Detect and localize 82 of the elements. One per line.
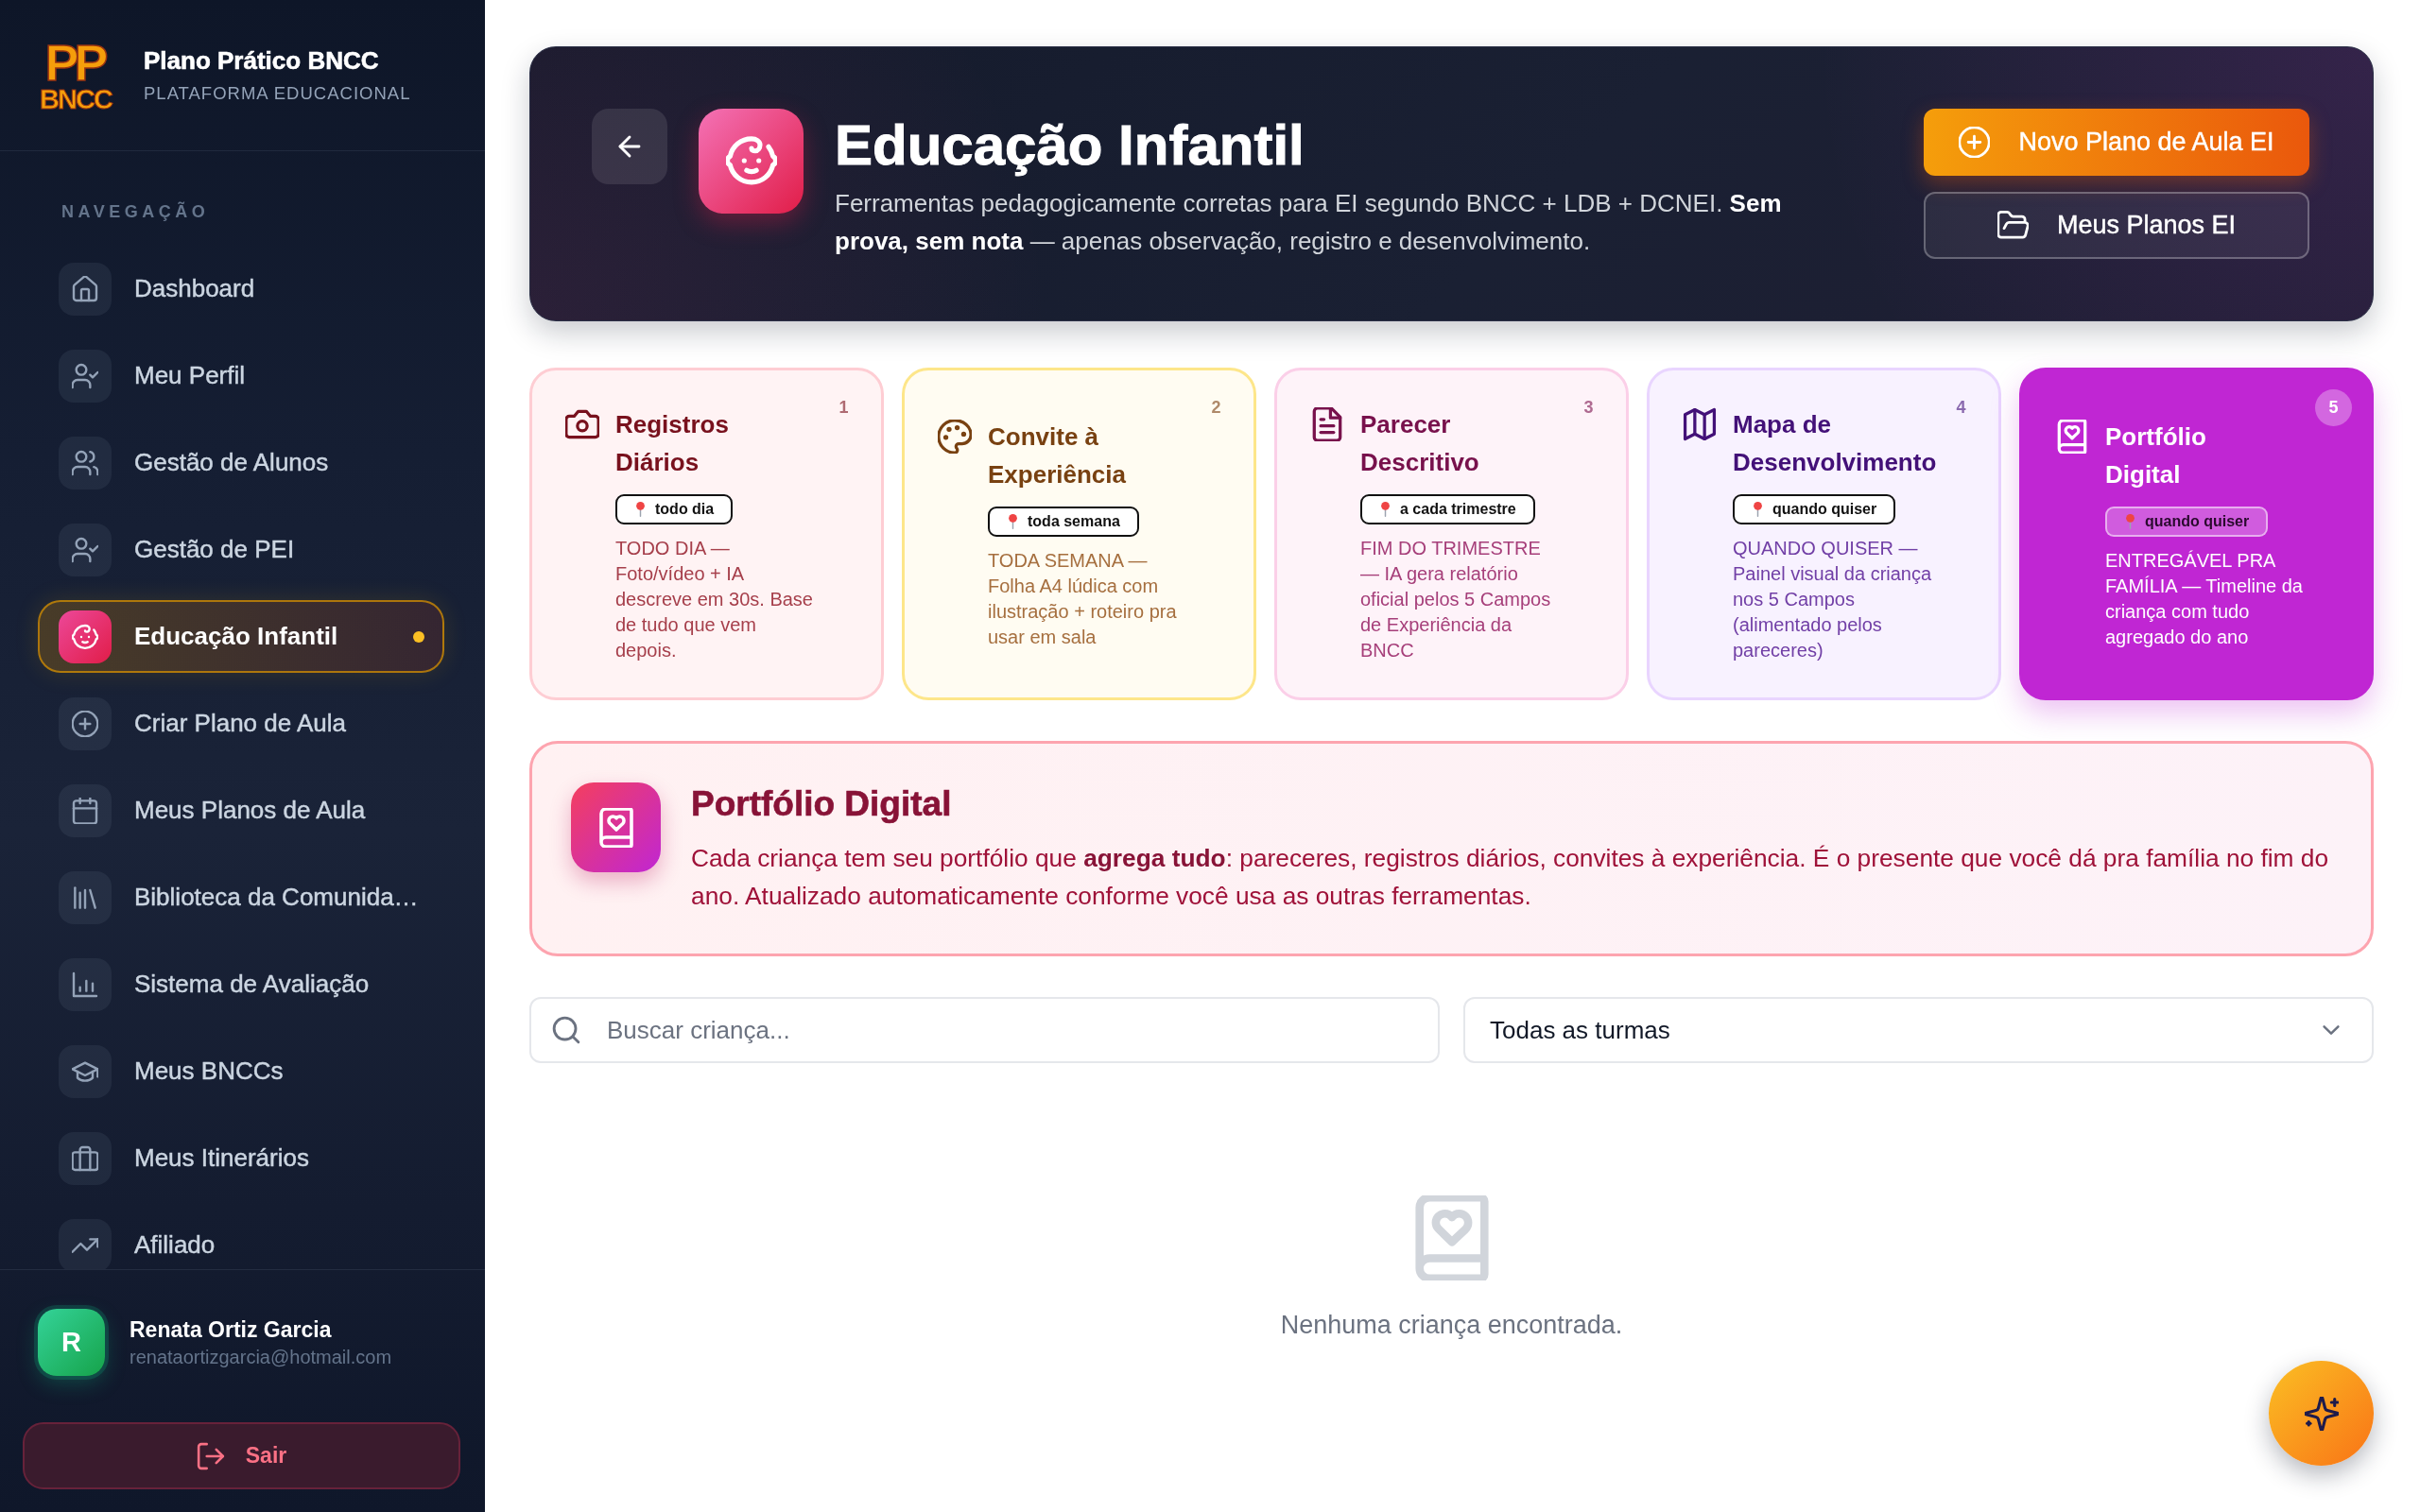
empty-message: Nenhuma criança encontrada. xyxy=(1280,1311,1623,1340)
frequency-text: quando quiser xyxy=(2145,512,2250,531)
sidebar-item[interactable]: Criar Plano de Aula xyxy=(38,687,444,760)
page-description: Ferramentas pedagogicamente corretas para EI segundo BNCC + LDB + DCNEI. Sem prova, sem nota — apenas observação, registro e desenvolvimento. xyxy=(835,187,1783,257)
map-icon xyxy=(1683,406,1717,441)
sidebar-item[interactable]: Biblioteca da Comunida… xyxy=(38,861,444,934)
trend-line-icon xyxy=(59,1218,112,1269)
bar-chart-icon xyxy=(59,957,112,1011)
card-description: TODA SEMANA — Folha A4 lúdica com ilustração + roteiro pra usar em sala xyxy=(988,549,1178,649)
class-select[interactable]: Todas as turmas xyxy=(1463,997,2374,1063)
dot-icon xyxy=(413,630,424,643)
pin-icon xyxy=(1381,501,1390,517)
tool-card[interactable]: Convite à Experiência toda semana TODA SEMANA — Folha A4 lúdica com ilustração + roteiro pra usar em sala 2 xyxy=(902,368,1256,700)
book-heart-icon xyxy=(571,782,661,872)
app-subtitle: PLATAFORMA EDUCACIONAL xyxy=(144,83,411,104)
baby-face-icon xyxy=(699,108,804,214)
card-title: Convite à Experiência xyxy=(988,421,1127,490)
palette-icon xyxy=(938,420,972,454)
pin-icon xyxy=(2126,514,2135,529)
pin-icon xyxy=(1009,514,1017,529)
secondary-action-button[interactable]: Meus Planos EI xyxy=(1924,192,2309,259)
card-title: Portfólio Digital xyxy=(2105,421,2207,490)
avatar: R xyxy=(38,1309,105,1376)
frequency-text: toda semana xyxy=(1028,512,1120,531)
log-out-icon xyxy=(196,1441,225,1470)
sparkles-icon xyxy=(2304,1396,2339,1431)
pin-icon xyxy=(636,501,645,517)
graduation-cap-icon xyxy=(59,1044,112,1098)
sidebar-item[interactable]: Educação Infantil xyxy=(38,600,444,673)
info-text: Cada criança tem seu portfólio que agrega tudo: pareceres, registros diários, convites à experiência. É o presente que você dá pra família no fim do ano. Atualizado automaticamente conforme você usa as outras ferramentas. xyxy=(691,843,2330,912)
card-title: Registros Diários xyxy=(615,408,730,478)
step-number: 5 xyxy=(2315,389,2352,426)
sidebar-item[interactable]: Sistema de Avaliação xyxy=(38,948,444,1021)
logout-button[interactable]: Sair xyxy=(23,1422,460,1489)
sidebar-item[interactable]: Meus Itinerários xyxy=(38,1122,444,1194)
step-number: 4 xyxy=(1955,397,1967,419)
search-field[interactable]: Buscar criança... xyxy=(529,997,1440,1063)
home-icon xyxy=(59,262,112,316)
card-description: QUANDO QUISER — Painel visual da criança nos 5 Campos (alimentado pelos pareceres) xyxy=(1733,536,1933,662)
tool-card[interactable]: Mapa de Desenvolvimento quando quiser QUANDO QUISER — Painel visual da criança nos 5 Campos (alimentado pelos pareceres) 4 xyxy=(1647,368,2001,700)
card-description: TODO DIA — Foto/vídeo + IA descreve em 30s. Base de tudo que vem depois. xyxy=(615,536,814,662)
sidebar-item[interactable]: Dashboard xyxy=(38,252,444,325)
users-icon xyxy=(59,436,112,490)
user-name: Renata Ortiz Garcia xyxy=(130,1316,333,1343)
search-icon xyxy=(552,1016,580,1044)
briefcase-icon xyxy=(59,1131,112,1185)
step-number: 1 xyxy=(838,397,850,419)
user-email: renataortizgarcia@hotmail.com xyxy=(130,1346,392,1368)
books-icon xyxy=(59,870,112,924)
frequency-text: todo dia xyxy=(655,499,715,519)
section-label: NAVEGAÇÃO xyxy=(61,200,210,223)
sidebar-item[interactable]: Meus BNCCs xyxy=(38,1035,444,1108)
step-number: 2 xyxy=(1210,397,1222,419)
sidebar-item[interactable]: Gestão de Alunos xyxy=(38,426,444,499)
document-icon xyxy=(1310,406,1344,441)
card-description: ENTREGÁVEL PRA FAMÍLIA — Timeline da criança com tudo agregado do ano xyxy=(2105,549,2304,649)
book-heart-icon xyxy=(2055,420,2089,454)
tool-card[interactable]: Registros Diários todo dia TODO DIA — Foto/vídeo + IA descreve em 30s. Base de tudo que vem depois. 1 xyxy=(529,368,884,700)
tool-card[interactable]: Portfólio Digital quando quiser ENTREGÁVEL PRA FAMÍLIA — Timeline da criança com tudo agregado do ano 5 xyxy=(2019,368,2374,700)
step-number: 3 xyxy=(1582,397,1595,419)
user-check-icon xyxy=(59,523,112,576)
user-check-icon xyxy=(59,349,112,403)
card-title: Mapa de Desenvolvimento xyxy=(1733,408,1937,478)
card-description: FIM DO TRIMESTRE — IA gera relatório oficial pelos 5 Campos de Experiência da BNCC xyxy=(1360,536,1552,662)
floating-action-button[interactable] xyxy=(2269,1361,2374,1466)
folder-icon xyxy=(1996,210,2029,241)
sidebar-item[interactable]: Meu Perfil xyxy=(38,339,444,412)
calendar-icon xyxy=(59,783,112,837)
baby-face-icon xyxy=(59,610,112,663)
app-title: Plano Prático BNCC xyxy=(144,46,380,76)
back-button[interactable] xyxy=(592,108,667,184)
sidebar-item[interactable]: Meus Planos de Aula xyxy=(38,774,444,847)
page-title: Educação Infantil xyxy=(835,113,1305,177)
logo: PP BNCC xyxy=(39,37,113,113)
info-title: Portfólio Digital xyxy=(691,783,952,825)
frequency-text: a cada trimestre xyxy=(1400,499,1516,519)
card-title: Parecer Descritivo xyxy=(1360,408,1480,478)
pin-icon xyxy=(1754,501,1762,517)
sidebar-item[interactable]: Gestão de PEI xyxy=(38,513,444,586)
frequency-text: quando quiser xyxy=(1772,499,1877,519)
tool-card[interactable]: Parecer Descritivo a cada trimestre FIM DO TRIMESTRE — IA gera relatório oficial pelos 5 Campos de Experiência da BNCC 3 xyxy=(1274,368,1629,700)
sidebar-item[interactable]: Afiliado xyxy=(38,1209,444,1269)
